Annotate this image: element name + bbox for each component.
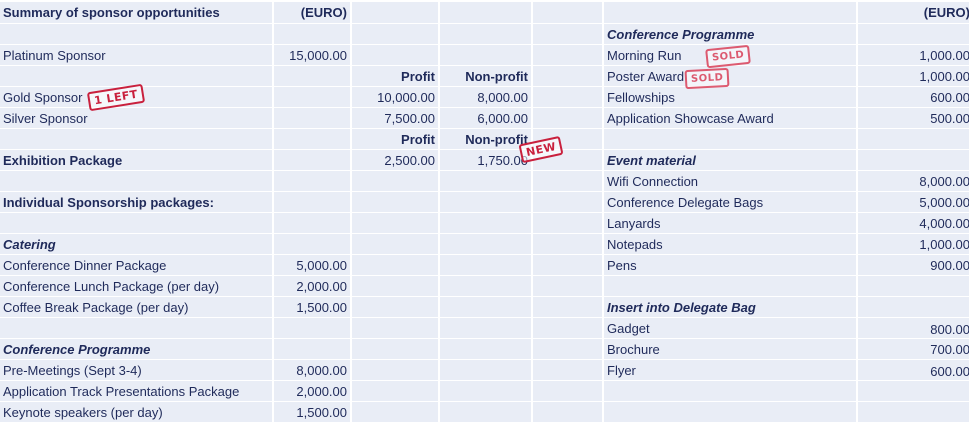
event-material-heading: Event material — [604, 150, 856, 171]
app-track-value: 2,000.00 — [274, 381, 350, 402]
profit-header-2: Profit — [352, 129, 438, 150]
lanyards-label: Lanyards — [604, 213, 856, 234]
silver-label: Silver Sponsor — [0, 108, 272, 129]
gold-profit: 10,000.00 — [352, 87, 438, 108]
profit-header: Profit — [352, 66, 438, 87]
coffee-label: Coffee Break Package (per day) — [0, 297, 272, 318]
brochure-label: Brochure — [604, 339, 856, 360]
flyer-label: Flyer — [604, 360, 856, 381]
platinum-value: 15,000.00 — [274, 45, 350, 66]
premeetings-label: Pre-Meetings (Sept 3-4) — [0, 360, 272, 381]
currency-header-right: (EURO) — [858, 2, 969, 24]
keynote-label: Keynote speakers (per day) — [0, 402, 272, 423]
exhibition-nonprofit: 1,750.00 NEW — [440, 135, 564, 171]
silver-profit: 7,500.00 — [352, 108, 438, 129]
premeetings-value: 8,000.00 — [274, 360, 350, 381]
showcase-award-value: 500.00 — [858, 108, 969, 129]
lanyards-value: 4,000.00 — [858, 213, 969, 234]
lunch-label: Conference Lunch Package (per day) — [0, 276, 272, 297]
coffee-value: 1,500.00 — [274, 297, 350, 318]
exhibition-label: Exhibition Package — [0, 150, 272, 171]
sold-stamp: SOLD — [684, 67, 730, 90]
keynote-value: 1,500.00 — [274, 402, 350, 423]
currency-header-left: (EURO) — [274, 2, 350, 24]
silver-nonprofit: 6,000.00 — [440, 108, 531, 129]
lunch-value: 2,000.00 — [274, 276, 350, 297]
catering-heading: Catering — [0, 234, 272, 255]
platinum-label: Platinum Sponsor — [0, 45, 272, 66]
insert-heading: Insert into Delegate Bag — [604, 297, 856, 318]
delegate-bags-value: 5,000.00 — [858, 192, 969, 213]
wifi-label: Wifi Connection — [604, 171, 856, 192]
poster-award-value: 1,000.00 — [858, 66, 969, 87]
morning-run-label: Morning Run SOLD — [604, 44, 856, 69]
dinner-value: 5,000.00 — [274, 255, 350, 276]
delegate-bags-label: Conference Delegate Bags — [604, 192, 856, 213]
pens-value: 900.00 — [858, 255, 969, 276]
sold-stamp: SOLD — [705, 44, 752, 69]
fellowships-label: Fellowships — [604, 87, 856, 108]
flyer-value: 600.00 — [858, 360, 969, 381]
left-programme-heading: Conference Programme — [0, 339, 272, 360]
gadget-value: 800.00 — [858, 318, 969, 339]
wifi-value: 8,000.00 — [858, 171, 969, 192]
nonprofit-header-2: Non-profit — [440, 129, 531, 150]
summary-title: Summary of sponsor opportunities — [0, 2, 272, 24]
fellowships-value: 600.00 — [858, 87, 969, 108]
notepads-value: 1,000.00 — [858, 234, 969, 255]
morning-run-value: 1,000.00 — [858, 45, 969, 66]
pens-label: Pens — [604, 255, 856, 276]
individual-heading: Individual Sponsorship packages: — [0, 192, 272, 213]
gold-nonprofit: 8,000.00 — [440, 87, 531, 108]
app-track-label: Application Track Presentations Package — [0, 381, 272, 402]
gadget-label: Gadget — [604, 318, 856, 339]
sponsor-table: Summary of sponsor opportunities (EURO) … — [0, 0, 969, 432]
gold-label: Gold Sponsor 1 LEFT — [0, 83, 272, 112]
poster-award-label: Poster Award SOLD — [604, 66, 856, 90]
nonprofit-header: Non-profit — [440, 66, 531, 87]
exhibition-profit: 2,500.00 — [352, 150, 438, 171]
brochure-value: 700.00 — [858, 339, 969, 360]
notepads-label: Notepads — [604, 234, 856, 255]
right-programme-heading: Conference Programme — [604, 24, 856, 45]
showcase-award-label: Application Showcase Award — [604, 108, 856, 129]
dinner-label: Conference Dinner Package — [0, 255, 272, 276]
